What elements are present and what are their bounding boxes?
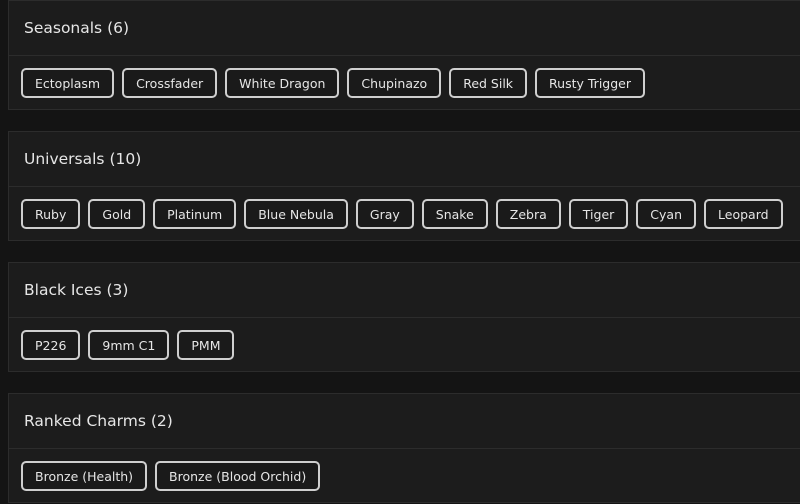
tag-ectoplasm[interactable]: Ectoplasm: [21, 68, 115, 98]
section-header: Ranked Charms (2): [9, 394, 800, 449]
tag-crossfader[interactable]: Crossfader: [122, 68, 218, 98]
tag-leopard[interactable]: Leopard: [704, 199, 783, 229]
tag-cyan[interactable]: Cyan: [636, 199, 697, 229]
tag-list: Bronze (Health) Bronze (Blood Orchid): [9, 449, 800, 503]
tag-list: P226 9mm C1 PMM: [9, 318, 800, 372]
section-header: Seasonals (6): [9, 1, 800, 56]
tag-rusty-trigger[interactable]: Rusty Trigger: [535, 68, 645, 98]
tag-9mm-c1[interactable]: 9mm C1: [88, 330, 170, 360]
section-title: Seasonals (6): [24, 19, 130, 37]
section-seasonals: Seasonals (6) Ectoplasm Crossfader White…: [8, 0, 800, 110]
section-header: Black Ices (3): [9, 263, 800, 318]
tag-platinum[interactable]: Platinum: [153, 199, 237, 229]
tag-zebra[interactable]: Zebra: [495, 199, 561, 229]
tag-gold[interactable]: Gold: [88, 199, 146, 229]
tag-snake[interactable]: Snake: [421, 199, 488, 229]
tag-list: Ruby Gold Platinum Blue Nebula Gray Snak…: [9, 187, 800, 241]
tag-chupinazo[interactable]: Chupinazo: [347, 68, 442, 98]
collection-page: Seasonals (6) Ectoplasm Crossfader White…: [0, 0, 800, 504]
tag-p226[interactable]: P226: [21, 330, 81, 360]
section-header: Universals (10): [9, 132, 800, 187]
section-title: Black Ices (3): [24, 281, 129, 299]
tag-red-silk[interactable]: Red Silk: [449, 68, 528, 98]
section-ranked-charms: Ranked Charms (2) Bronze (Health) Bronze…: [8, 393, 800, 503]
tag-white-dragon[interactable]: White Dragon: [225, 68, 340, 98]
section-title: Ranked Charms (2): [24, 412, 173, 430]
tag-bronze-blood-orchid[interactable]: Bronze (Blood Orchid): [155, 461, 321, 491]
tag-list: Ectoplasm Crossfader White Dragon Chupin…: [9, 56, 800, 110]
tag-blue-nebula[interactable]: Blue Nebula: [244, 199, 348, 229]
section-black-ices: Black Ices (3) P226 9mm C1 PMM: [8, 262, 800, 372]
section-universals: Universals (10) Ruby Gold Platinum Blue …: [8, 131, 800, 241]
tag-bronze-health[interactable]: Bronze (Health): [21, 461, 148, 491]
tag-ruby[interactable]: Ruby: [21, 199, 81, 229]
tag-gray[interactable]: Gray: [355, 199, 414, 229]
tag-pmm[interactable]: PMM: [177, 330, 235, 360]
section-title: Universals (10): [24, 150, 142, 168]
tag-tiger[interactable]: Tiger: [568, 199, 629, 229]
